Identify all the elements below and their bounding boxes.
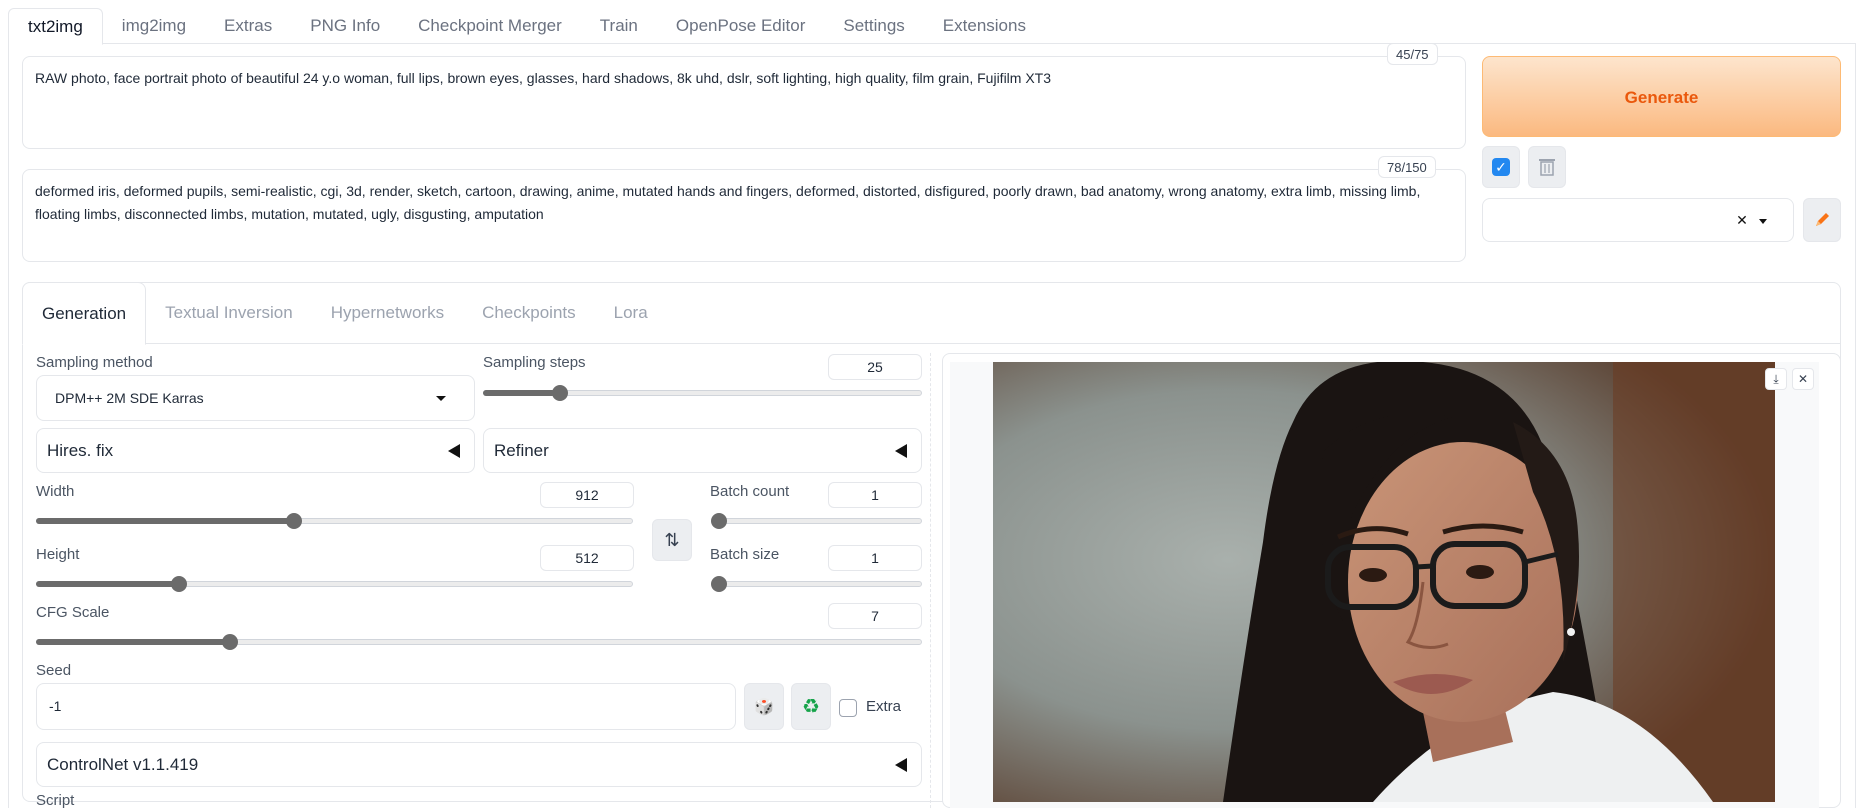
edit-styles-button[interactable] [1803,198,1841,242]
tab-generation[interactable]: Generation [22,282,147,345]
tab-hypernetworks[interactable]: Hypernetworks [312,282,463,344]
download-icon: ⤓ [1773,372,1779,386]
width-label: Width [36,483,75,500]
sampling-steps-label: Sampling steps [483,354,586,371]
batch-size-slider[interactable] [711,576,922,592]
download-image-button[interactable]: ⤓ [1765,368,1787,390]
chevron-down-icon [1759,219,1767,224]
sampling-method-label: Sampling method [36,354,153,371]
slider-thumb[interactable] [711,513,727,529]
cfg-scale-slider[interactable] [36,634,922,650]
tab-img2img[interactable]: img2img [103,8,205,44]
tab-settings[interactable]: Settings [824,8,923,44]
portrait-illustration [993,362,1775,802]
clear-prompt-button[interactable] [1528,146,1566,188]
hires-fix-label: Hires. fix [47,441,114,460]
tab-checkpoints[interactable]: Checkpoints [463,282,595,344]
slider-thumb[interactable] [285,513,302,529]
hires-fix-accordion[interactable]: Hires. fix [36,428,475,473]
seed-label: Seed [36,662,72,679]
prompt-text: RAW photo, face portrait photo of beauti… [35,70,1052,86]
caret-left-icon [895,758,907,772]
cfg-scale-input[interactable]: 7 [828,603,922,629]
styles-dropdown[interactable]: ✕ [1482,198,1794,242]
seed-input[interactable]: -1 [36,683,736,730]
refiner-label: Refiner [494,441,549,460]
seed-value: -1 [49,698,62,714]
slider-thumb[interactable] [222,634,239,650]
reuse-seed-button[interactable]: ♻ [791,683,831,730]
controlnet-label: ControlNet v1.1.419 [47,755,199,774]
close-image-button[interactable]: ✕ [1792,368,1814,390]
caret-left-icon [895,444,907,458]
negative-prompt-token-counter: 78/150 [1378,156,1436,178]
tab-extensions[interactable]: Extensions [924,8,1045,44]
clear-styles-icon[interactable]: ✕ [1733,211,1751,229]
dice-icon: 🎲 [754,698,774,716]
script-label: Script [36,792,75,808]
tab-openpose-editor[interactable]: OpenPose Editor [657,8,824,44]
slider-thumb[interactable] [171,576,188,592]
height-slider[interactable] [36,576,633,592]
sampling-method-value: DPM++ 2M SDE Karras [55,390,204,406]
sampling-steps-input[interactable]: 25 [828,354,922,380]
width-input[interactable]: 912 [540,482,634,508]
extra-seed-checkbox[interactable] [839,699,857,717]
batch-size-label: Batch size [710,546,780,563]
negative-prompt-text: deformed iris, deformed pupils, semi-rea… [35,183,1421,222]
tab-textual-inversion[interactable]: Textual Inversion [146,282,312,344]
tab-lora[interactable]: Lora [595,282,667,344]
tab-checkpoint-merger[interactable]: Checkpoint Merger [399,8,581,44]
batch-count-label: Batch count [710,483,790,500]
slider-thumb[interactable] [711,576,727,592]
sampling-method-dropdown[interactable]: DPM++ 2M SDE Karras [36,375,475,421]
negative-prompt-textarea[interactable]: deformed iris, deformed pupils, semi-rea… [22,169,1466,262]
column-divider [930,353,931,808]
tab-extras[interactable]: Extras [205,8,291,44]
style-apply-toggle[interactable]: ✓ [1482,146,1520,188]
prompt-textarea[interactable]: RAW photo, face portrait photo of beauti… [22,56,1466,149]
tab-train[interactable]: Train [581,8,657,44]
cfg-scale-label: CFG Scale [36,604,110,621]
refiner-accordion[interactable]: Refiner [483,428,922,473]
controlnet-accordion[interactable]: ControlNet v1.1.419 [36,742,922,787]
generated-image[interactable] [993,362,1775,802]
pencil-icon [1816,213,1829,226]
batch-count-input[interactable]: 1 [828,482,922,508]
trash-icon [1539,159,1555,176]
batch-count-slider[interactable] [711,513,922,529]
extra-seed-label: Extra [866,698,902,715]
close-icon: ✕ [1797,372,1809,386]
swap-dimensions-icon: ⇅ [664,530,680,550]
check-icon: ✓ [1492,158,1510,176]
top-tabs: txt2img img2img Extras PNG Info Checkpoi… [8,8,1856,45]
height-label: Height [36,546,80,563]
height-input[interactable]: 512 [540,545,634,571]
slider-thumb[interactable] [551,385,568,401]
tab-txt2img[interactable]: txt2img [8,8,103,45]
width-slider[interactable] [36,513,633,529]
tab-png-info[interactable]: PNG Info [291,8,399,44]
random-seed-button[interactable]: 🎲 [744,683,784,730]
prompt-token-counter: 45/75 [1387,43,1438,65]
sampling-steps-slider[interactable] [483,385,922,401]
recycle-icon: ♻ [802,696,820,718]
swap-dimensions-button[interactable]: ⇅ [652,519,692,561]
sub-tabs: Generation Textual Inversion Hypernetwor… [22,282,667,345]
generate-button[interactable]: Generate [1482,56,1841,137]
chevron-down-icon [436,396,446,401]
caret-left-icon [448,444,460,458]
batch-size-input[interactable]: 1 [828,545,922,571]
